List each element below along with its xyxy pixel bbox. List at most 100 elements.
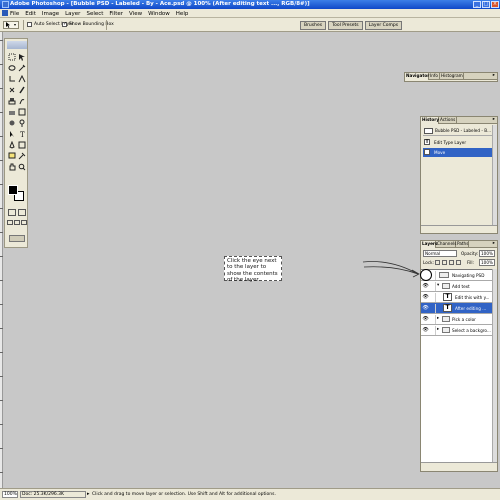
tab-histogram[interactable]: Histogram <box>440 73 464 80</box>
quick-mask-mode-icon[interactable] <box>18 209 26 216</box>
lasso-tool-icon[interactable] <box>8 64 16 72</box>
path-selection-tool-icon[interactable] <box>8 130 16 138</box>
tab-info[interactable]: Info <box>429 73 440 80</box>
zoom-field[interactable]: 100% <box>2 491 18 498</box>
well-tab-layer-comps[interactable]: Layer Comps <box>364 21 403 30</box>
slice-tool-icon[interactable] <box>18 75 26 83</box>
link-brush-icon <box>430 304 436 313</box>
history-state[interactable]: Move <box>423 148 493 157</box>
lock-all-icon[interactable] <box>456 260 461 265</box>
tab-channels[interactable]: Channels <box>436 241 456 248</box>
link-brush-icon <box>430 293 436 302</box>
dodge-tool-icon[interactable] <box>18 119 26 127</box>
maximize-button[interactable]: □ <box>482 1 490 8</box>
shape-tool-icon[interactable] <box>18 141 26 149</box>
tab-navigator[interactable]: Navigator <box>405 73 429 80</box>
layer-row[interactable]: 👁 T Edit this with y... <box>421 292 494 303</box>
menu-filter[interactable]: Filter <box>109 11 123 17</box>
opacity-field[interactable]: 100% <box>479 250 495 257</box>
history-state[interactable]: T Edit Type Layer <box>423 138 493 147</box>
type-tool-icon[interactable]: T <box>18 130 26 138</box>
blend-mode-select[interactable]: Normal <box>423 250 457 257</box>
notes-tool-icon[interactable] <box>8 152 16 160</box>
menu-view[interactable]: View <box>129 11 142 17</box>
menu-bar: File Edit Image Layer Select Filter View… <box>0 9 500 18</box>
link-brush-icon <box>430 326 436 335</box>
panel-menu-icon[interactable]: ▸ <box>493 241 495 247</box>
visibility-toggle-icon[interactable]: 👁 <box>422 305 429 312</box>
clone-stamp-tool-icon[interactable] <box>8 97 16 105</box>
lock-label: Lock: <box>423 260 434 265</box>
photoshop-app-icon[interactable] <box>2 1 9 8</box>
pen-tool-icon[interactable] <box>8 141 16 149</box>
well-tab-brushes[interactable]: Brushes <box>300 21 327 30</box>
healing-brush-tool-icon[interactable] <box>8 86 16 94</box>
status-menu-icon[interactable]: ▸ <box>87 491 90 497</box>
expand-triangle-icon[interactable]: ▸ <box>437 327 439 332</box>
auto-select-layer-checkbox[interactable] <box>27 22 32 27</box>
fill-label: Fill: <box>467 260 475 265</box>
fill-field[interactable]: 100% <box>479 259 495 266</box>
eraser-tool-icon[interactable] <box>8 108 16 116</box>
gradient-tool-icon[interactable] <box>18 108 26 116</box>
vertical-ruler <box>0 32 3 488</box>
panel-menu-icon[interactable]: ▸ <box>493 73 495 79</box>
zoom-tool-icon[interactable] <box>18 163 26 171</box>
document-icon[interactable] <box>2 10 8 16</box>
menu-select[interactable]: Select <box>86 11 103 17</box>
foreground-color-swatch[interactable] <box>8 185 18 195</box>
lock-image-icon[interactable] <box>442 260 447 265</box>
blur-tool-icon[interactable] <box>8 119 16 127</box>
marquee-tool-icon[interactable] <box>8 53 16 61</box>
eyedropper-tool-icon[interactable] <box>18 152 26 160</box>
layer-row[interactable]: 👁 ▸ Select a backgro... <box>421 325 494 336</box>
full-screen-menu-mode-icon[interactable] <box>14 220 20 225</box>
menu-window[interactable]: Window <box>148 11 170 17</box>
crop-tool-icon[interactable] <box>8 75 16 83</box>
visibility-toggle-icon[interactable]: 👁 <box>422 294 429 301</box>
standard-screen-mode-icon[interactable] <box>7 220 13 225</box>
move-tool-icon[interactable] <box>18 53 26 61</box>
lock-transparency-icon[interactable] <box>435 260 440 265</box>
expand-triangle-icon[interactable]: ▸ <box>437 316 439 321</box>
menu-layer[interactable]: Layer <box>65 11 80 17</box>
tab-actions[interactable]: Actions <box>439 117 457 124</box>
brush-tool-icon[interactable] <box>18 86 26 94</box>
history-snapshot[interactable]: Bubble PSD - Labeled - B... <box>423 126 497 136</box>
visibility-toggle-icon[interactable]: 👁 <box>422 316 429 323</box>
history-brush-tool-icon[interactable] <box>18 97 26 105</box>
palette-well: Brushes Tool Presets Layer Comps <box>300 21 403 30</box>
jump-to-imageready-button[interactable] <box>9 235 25 242</box>
visibility-toggle-icon[interactable]: 👁 <box>422 327 429 334</box>
panel-menu-icon[interactable]: ▸ <box>493 117 495 123</box>
tab-history[interactable]: History <box>421 117 439 124</box>
standard-mode-icon[interactable] <box>8 209 16 216</box>
layer-row[interactable]: 👁 ▸ Pick a color <box>421 314 494 325</box>
folder-icon <box>442 316 450 322</box>
expand-triangle-icon[interactable]: ▾ <box>437 283 439 288</box>
tool-preset-picker[interactable] <box>3 21 19 29</box>
menu-image[interactable]: Image <box>42 11 59 17</box>
well-tab-tool-presets[interactable]: Tool Presets <box>328 21 363 30</box>
tab-layers[interactable]: Layers <box>421 241 438 248</box>
menu-edit[interactable]: Edit <box>25 11 36 17</box>
layers-scrollbar[interactable] <box>492 269 497 463</box>
history-scrollbar[interactable] <box>492 125 497 225</box>
layer-row[interactable]: 👁 T After editing ... <box>421 303 494 314</box>
adobe-online-icon[interactable] <box>7 41 27 49</box>
visibility-toggle-icon[interactable]: 👁 <box>422 283 429 290</box>
close-button[interactable]: × <box>491 1 499 8</box>
lock-position-icon[interactable] <box>449 260 454 265</box>
tab-paths[interactable]: Paths <box>456 241 469 248</box>
minimize-button[interactable]: _ <box>473 1 481 8</box>
menu-help[interactable]: Help <box>176 11 189 17</box>
layer-name: Navigating PSD <box>452 273 485 278</box>
full-screen-mode-icon[interactable] <box>21 220 27 225</box>
hand-tool-icon[interactable] <box>8 163 16 171</box>
ruler-tick <box>0 448 3 449</box>
layer-row[interactable]: 👁 ▾ Add text <box>421 281 494 292</box>
menu-file[interactable]: File <box>10 11 19 17</box>
magic-wand-tool-icon[interactable] <box>18 64 26 72</box>
window-title: Adobe Photoshop - [Bubble PSD - Labeled … <box>10 1 310 7</box>
show-bounding-box-checkbox[interactable] <box>62 21 67 27</box>
